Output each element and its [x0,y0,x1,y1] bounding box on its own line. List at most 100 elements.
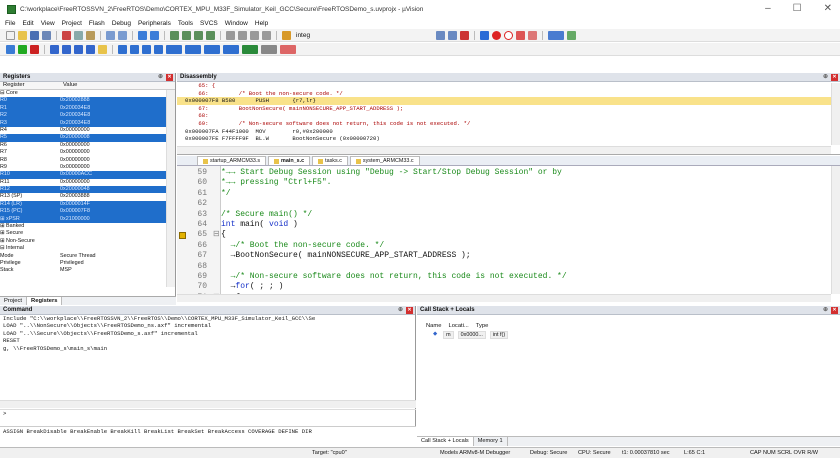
register-row[interactable]: ⊞ Secure [0,230,175,237]
register-value[interactable]: 0x200034E8 [60,112,160,119]
close-icon[interactable]: ✕ [406,307,413,314]
register-row[interactable]: R4 0x00000000 [0,127,175,134]
register-value[interactable] [60,245,160,252]
register-row[interactable]: Mode Secure Thread [0,253,175,260]
enable-breakpoint-icon[interactable] [504,30,514,40]
register-value[interactable]: 0x0000014F [60,201,160,208]
menu-item-edit[interactable]: Edit [22,20,33,27]
configure-icon[interactable] [567,30,577,40]
current-line-arrow-icon[interactable] [179,232,186,240]
disassembly-line[interactable]: 0x000007FE F7FFFF9F BL.W BootNonSecure (… [177,135,840,143]
insert-breakpoint-icon[interactable] [492,30,502,40]
register-value[interactable]: 0x00000000 [60,179,160,186]
register-row[interactable]: ⊞ Banked [0,223,175,230]
pin-icon[interactable]: ⊕ [398,306,403,313]
registers-window-icon[interactable] [154,44,163,54]
stop-icon[interactable] [30,44,39,54]
register-value[interactable]: 0x200034E8 [60,120,160,127]
file-tab[interactable]: tasks.c [312,156,348,165]
code-line[interactable]: 67 →BootNonSecure( mainNONSECURE_APP_STA… [177,251,827,261]
step-into-icon[interactable] [50,44,59,54]
register-row[interactable]: R0 0x20002888 [0,97,175,105]
register-row[interactable]: R6 0x00000000 [0,142,175,149]
navigate-back-icon[interactable] [138,30,147,40]
disassembly-line[interactable]: 69: /* Non-secure software does not retu… [177,120,840,128]
bookmark-prev-icon[interactable] [182,30,191,40]
register-row[interactable]: R7 0x00000000 [0,149,175,156]
register-value[interactable]: 0x20000048 [60,186,160,193]
close-icon[interactable]: ✕ [831,74,838,81]
command-window-icon[interactable] [118,44,127,54]
find-icon[interactable] [436,30,446,40]
file-tab[interactable]: main_s.c [268,156,311,165]
disassembly-line[interactable]: 66: /* Boot the non-secure code. */ [177,90,840,98]
register-value[interactable] [60,223,160,230]
find-in-files-icon[interactable] [282,30,291,40]
code-line[interactable]: 62 [177,199,827,209]
editor-scrollbar[interactable] [831,166,840,294]
register-row[interactable]: ⊟ Core [0,90,175,97]
comment-icon[interactable] [250,30,259,40]
register-value[interactable]: 0x20000008 [60,134,160,141]
name-column-header[interactable]: Name [426,323,441,329]
bookmark-clear-icon[interactable] [206,30,215,40]
trace-window-icon[interactable] [261,44,277,54]
copy-icon[interactable] [74,30,83,40]
registers-scrollbar[interactable] [166,90,175,287]
register-row[interactable]: R11 0x00000000 [0,179,175,186]
call-stack-window-icon[interactable] [166,44,182,54]
start-debug-icon[interactable] [480,30,490,40]
location-column-header[interactable]: Locati... [448,323,468,329]
command-prompt[interactable]: > [0,409,416,417]
register-row[interactable]: R8 0x00000000 [0,157,175,164]
menu-item-project[interactable]: Project [62,20,82,27]
register-value[interactable]: 0x21000000 [60,216,160,223]
register-row[interactable]: R10 0x00000ACC [0,171,175,179]
restore-button[interactable]: ☐ [793,3,802,14]
close-icon[interactable]: ✕ [166,74,173,81]
disable-breakpoints-icon[interactable] [516,30,526,40]
menu-item-tools[interactable]: Tools [178,20,193,27]
register-value[interactable]: 0x00000000 [60,164,160,171]
incremental-find-icon[interactable] [448,30,458,40]
register-row[interactable]: R2 0x200034E8 [0,112,175,120]
debug-session-icon[interactable] [460,30,470,40]
step-out-icon[interactable] [74,44,83,54]
paste-icon[interactable] [86,30,95,40]
register-row[interactable]: Privilege Privileged [0,260,175,267]
new-file-icon[interactable] [6,30,15,40]
code-line[interactable]: 64 int main( void ) [177,220,827,230]
memory-window-icon[interactable] [204,44,220,54]
register-row[interactable]: R9 0x00000000 [0,164,175,171]
code-line[interactable]: 59 *→→ Start Debug Session using "Debug … [177,168,827,178]
register-row[interactable]: R14 (LR) 0x0000014F [0,200,175,209]
bookmark-icon[interactable] [170,30,179,40]
watch-window-icon[interactable] [185,44,201,54]
pin-icon[interactable]: ⊕ [823,73,828,80]
cut-icon[interactable] [62,30,71,40]
save-icon[interactable] [30,30,39,40]
menu-item-peripherals[interactable]: Peripherals [138,20,171,27]
command-hscrollbar[interactable] [0,400,416,408]
fold-marker[interactable] [213,189,221,199]
code-line[interactable]: 69 →/* Non-secure software does not retu… [177,272,827,282]
reset-cpu-icon[interactable] [6,44,15,54]
register-value[interactable]: 0x20002888 [60,97,160,104]
redo-icon[interactable] [118,30,127,40]
undo-icon[interactable] [106,30,115,40]
disassembly-window-icon[interactable] [130,44,139,54]
register-row[interactable]: ⊟ Internal [0,245,175,252]
register-value[interactable]: 0x00000000 [60,127,160,134]
menu-item-help[interactable]: Help [255,20,268,27]
register-value[interactable] [60,230,160,237]
unindent-icon[interactable] [238,30,247,40]
file-tab[interactable]: system_ARMCM33.c [349,156,420,165]
register-value[interactable]: 0x00000000 [60,142,160,149]
tab-project[interactable]: Project [0,297,28,305]
register-value[interactable]: Secure Thread [60,253,160,260]
menu-item-window[interactable]: Window [225,20,248,27]
window-layout-icon[interactable] [548,30,565,40]
symbols-window-icon[interactable] [142,44,151,54]
navigate-forward-icon[interactable] [150,30,159,40]
disassembly-line[interactable]: 0x000007FA F44F1000 MOV r0,#0x200000 [177,128,840,136]
